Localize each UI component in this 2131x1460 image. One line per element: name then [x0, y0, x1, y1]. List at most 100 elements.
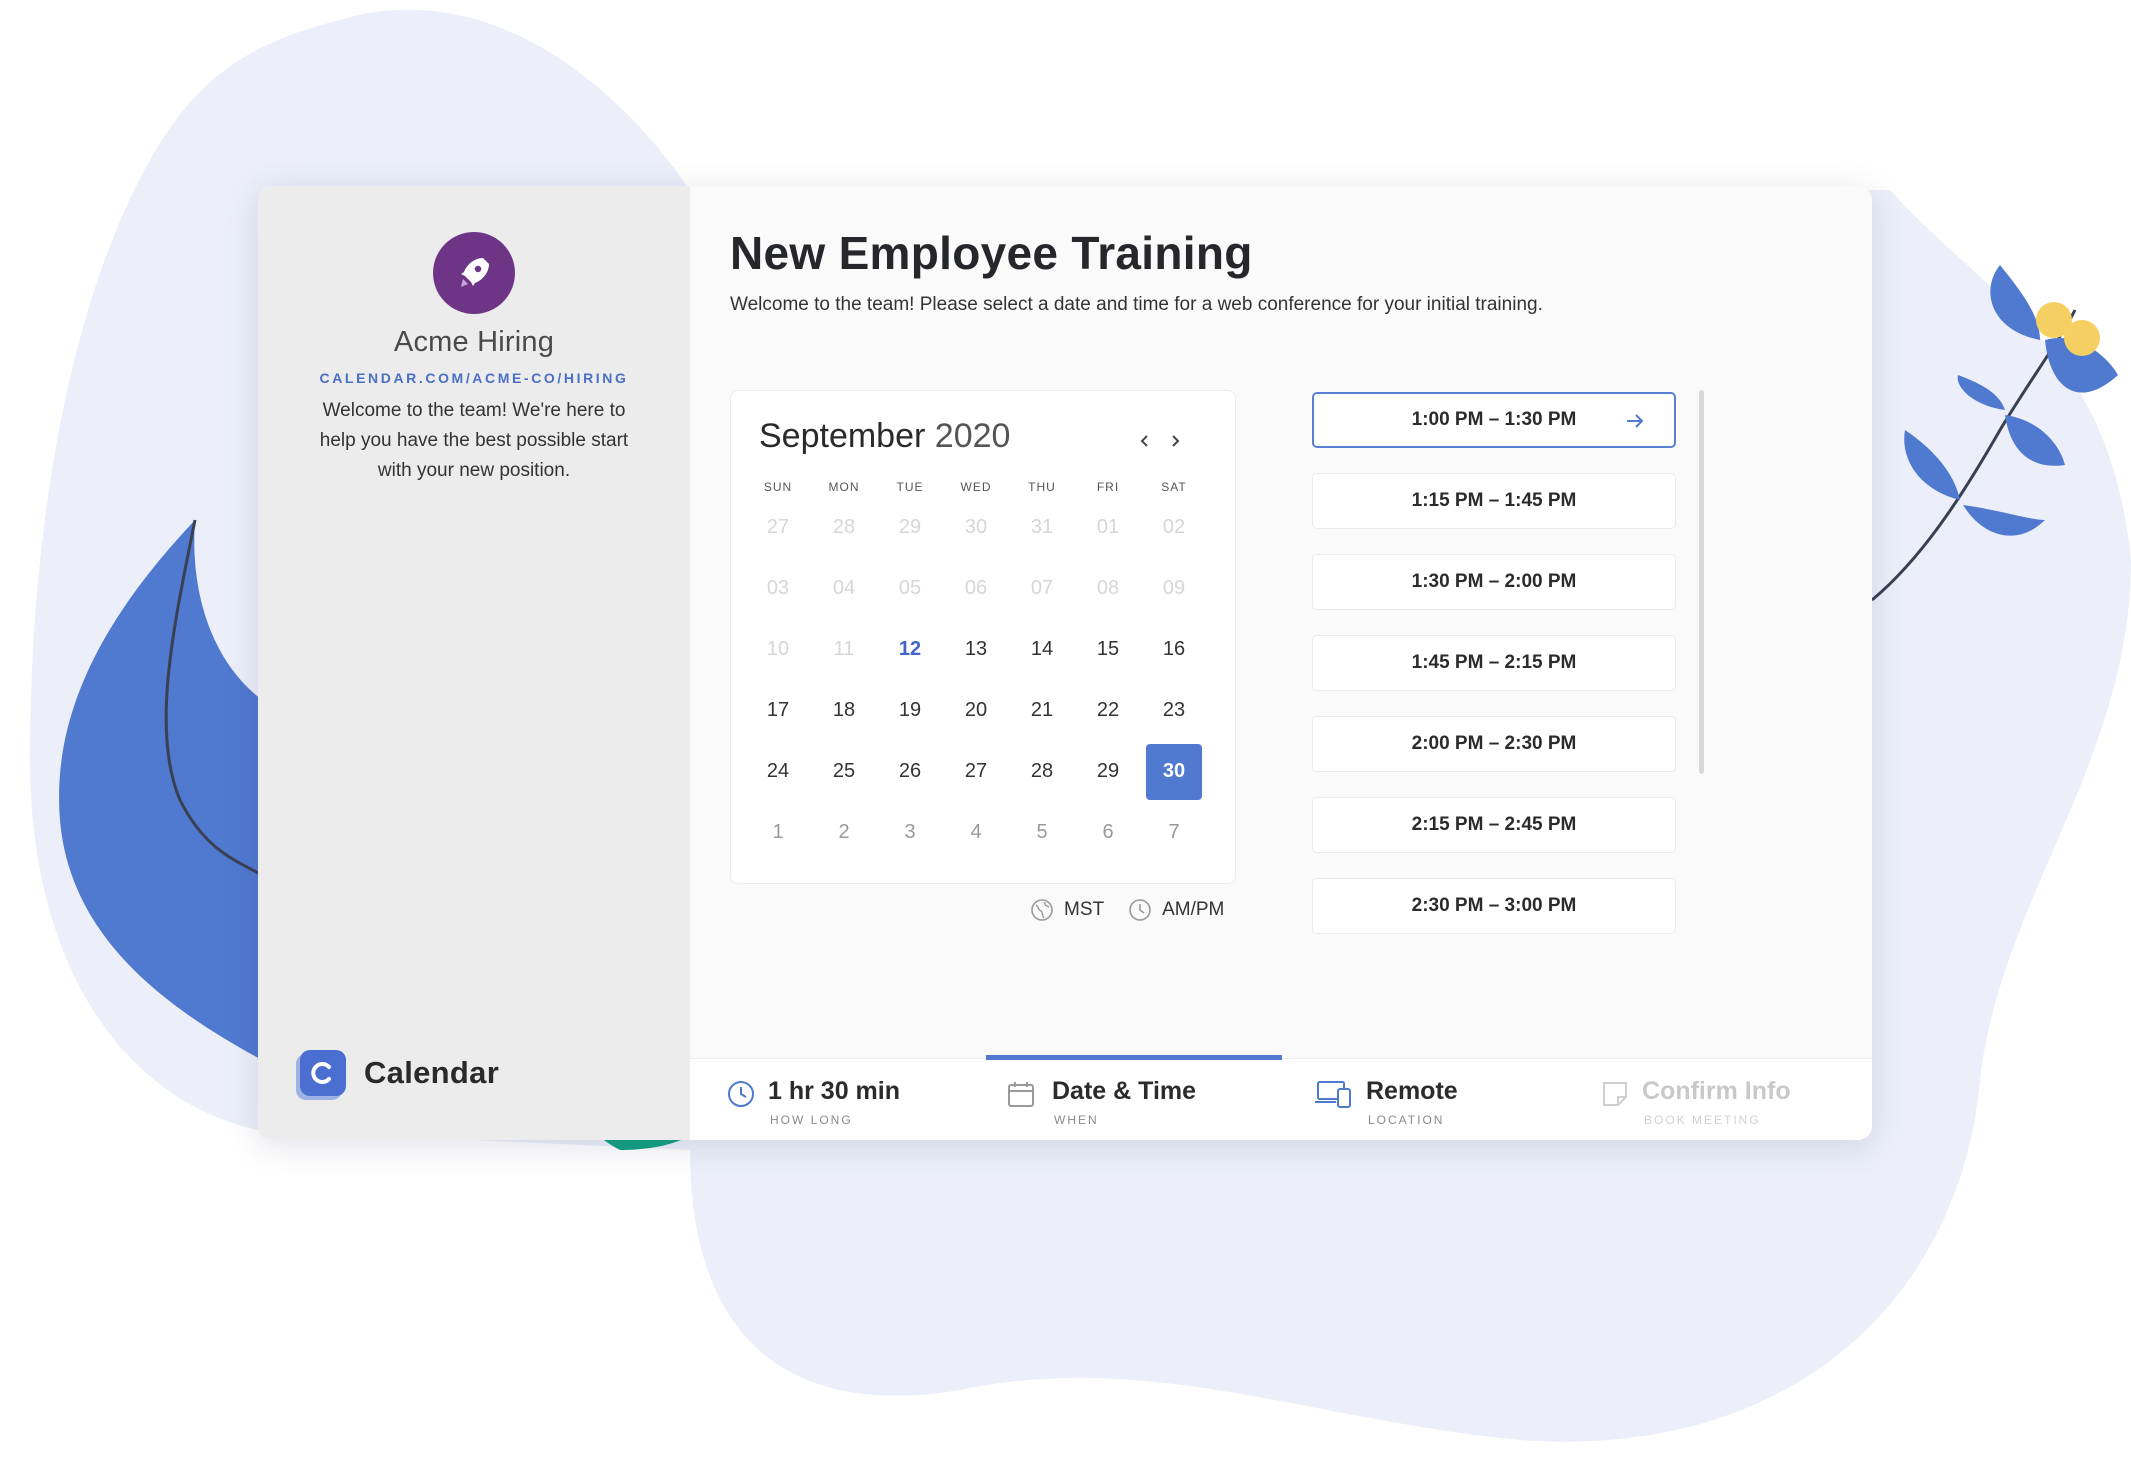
page-title: New Employee Training	[730, 227, 1253, 279]
active-step-indicator	[986, 1055, 1282, 1060]
time-slot[interactable]: 2:00 PM – 2:30 PM	[1312, 716, 1676, 772]
time-slot[interactable]: 2:15 PM – 2:45 PM	[1312, 797, 1676, 853]
today-day-cell[interactable]: 12	[877, 619, 943, 680]
calendar-day-cell: 01	[1075, 497, 1141, 558]
calendar-day-cell: 28	[811, 497, 877, 558]
time-slot[interactable]: 1:30 PM – 2:00 PM	[1312, 554, 1676, 610]
time-slot[interactable]: 1:45 PM – 2:15 PM	[1312, 635, 1676, 691]
time-slot-label: 2:00 PM – 2:30 PM	[1411, 733, 1577, 754]
calendar-day-cell[interactable]: 25	[811, 741, 877, 802]
weekday-label: TUE	[896, 480, 924, 494]
day-number: 21	[1030, 699, 1054, 721]
calendar-week-row: 10 11 12 13 14 15 16	[745, 619, 1207, 680]
calendar-weeks: 27 28 29 30 31 01 02 03 04 05 06 07 08 09 10 11 12 13 14 15…	[745, 497, 1207, 863]
brand[interactable]: Calendar	[300, 1048, 499, 1098]
step-location-label: Remote	[1366, 1077, 1458, 1105]
day-number: 31	[1030, 516, 1054, 538]
calendar-day-cell: 06	[943, 558, 1009, 619]
calendar-week-row: 24 25 26 27 28 29 30	[745, 741, 1207, 802]
day-number: 20	[964, 699, 988, 721]
calendar-day-cell[interactable]: 18	[811, 680, 877, 741]
day-number: 25	[832, 760, 856, 782]
step-date-time[interactable]: Date & Time WHEN	[986, 1055, 1282, 1140]
calendar-day-cell[interactable]: 16	[1141, 619, 1207, 680]
brand-name: Calendar	[364, 1055, 500, 1090]
day-number: 16	[1162, 638, 1186, 660]
calendar-grid: SUN MON TUE WED THU FRI SAT 27 28 29 30 31 01 02 03 04…	[745, 477, 1207, 863]
step-confirm: Confirm Info BOOK MEETING	[1600, 1059, 1860, 1140]
weekday-label: MON	[828, 480, 860, 494]
weekday-label: SAT	[1161, 480, 1187, 494]
time-slot-list[interactable]: 1:00 PM – 1:30 PM 1:15 PM – 1:45 PM 1:30 P…	[1312, 390, 1676, 950]
step-location[interactable]: Remote LOCATION	[1314, 1059, 1574, 1140]
clock-icon	[728, 1081, 754, 1107]
time-format-selector[interactable]: AM/PM	[1128, 898, 1224, 922]
calendar-day-cell[interactable]: 28	[1009, 741, 1075, 802]
calendar-day-cell[interactable]: 22	[1075, 680, 1141, 741]
time-slot-label: 1:30 PM – 2:00 PM	[1411, 571, 1577, 592]
clock-icon	[1129, 899, 1151, 921]
weekday-label: FRI	[1096, 480, 1120, 494]
day-number: 23	[1162, 699, 1186, 721]
day-number: 6	[1102, 821, 1114, 843]
calendar-day-cell[interactable]: 14	[1009, 619, 1075, 680]
calendar-day-cell[interactable]: 23	[1141, 680, 1207, 741]
calendar-day-cell: 2	[811, 802, 877, 863]
calendar-day-cell: 1	[745, 802, 811, 863]
sidebar: Acme Hiring CALENDAR.COM/ACME-CO/HIRING …	[258, 186, 690, 1140]
calendar-day-cell[interactable]: 13	[943, 619, 1009, 680]
weekday-label: WED	[960, 480, 992, 494]
chevron-left-icon	[1140, 435, 1148, 447]
time-slot[interactable]: 2:30 PM – 3:00 PM	[1312, 878, 1676, 934]
step-location-sub: LOCATION	[1368, 1113, 1445, 1127]
calendar-day-cell[interactable]: 24	[745, 741, 811, 802]
selected-day-cell[interactable]: 30	[1141, 741, 1207, 802]
calendar-day-cell: 07	[1009, 558, 1075, 619]
booking-card: Acme Hiring CALENDAR.COM/ACME-CO/HIRING …	[258, 186, 1872, 1140]
day-number: 07	[1030, 577, 1054, 599]
time-slot[interactable]: 1:15 PM – 1:45 PM	[1312, 473, 1676, 529]
calendar-day-cell: 09	[1141, 558, 1207, 619]
org-url-link[interactable]: CALENDAR.COM/ACME-CO/HIRING	[258, 370, 690, 386]
slot-list-scrollbar[interactable]	[1699, 390, 1704, 774]
calendar-day-cell: 05	[877, 558, 943, 619]
day-number: 30	[964, 516, 988, 538]
next-month-button[interactable]	[1161, 427, 1189, 455]
time-slot-label: 2:15 PM – 2:45 PM	[1411, 814, 1577, 835]
day-number: 29	[898, 516, 922, 538]
day-number: 2	[838, 821, 850, 843]
time-format-label: AM/PM	[1162, 899, 1225, 920]
day-number: 06	[964, 577, 988, 599]
calendar-day-cell[interactable]: 19	[877, 680, 943, 741]
day-number: 24	[766, 760, 790, 782]
step-confirm-label: Confirm Info	[1642, 1077, 1791, 1105]
calendar-day-cell[interactable]: 27	[943, 741, 1009, 802]
calendar-week-row: 27 28 29 30 31 01 02	[745, 497, 1207, 558]
calendar-day-cell: 29	[877, 497, 943, 558]
booking-steps: 1 hr 30 min HOW LONG Date & Time WHEN Re	[690, 1055, 1872, 1140]
time-slot-selected[interactable]: 1:00 PM – 1:30 PM	[1312, 392, 1676, 448]
calendar-day-cell[interactable]: 21	[1009, 680, 1075, 741]
day-number: 14	[1030, 638, 1054, 660]
org-description: Welcome to the team! We're here to help …	[319, 400, 629, 481]
calendar-day-cell: 30	[943, 497, 1009, 558]
time-slot-label: 1:45 PM – 2:15 PM	[1411, 652, 1577, 673]
day-number: 19	[898, 699, 922, 721]
calendar-day-cell[interactable]: 17	[745, 680, 811, 741]
step-date-time-sub: WHEN	[1054, 1113, 1099, 1127]
calendar-day-cell: 02	[1141, 497, 1207, 558]
weekday-label: SUN	[763, 480, 793, 494]
step-duration[interactable]: 1 hr 30 min HOW LONG	[726, 1059, 966, 1140]
day-number: 12	[898, 638, 922, 660]
timezone-selector[interactable]: MST	[1030, 898, 1104, 922]
prev-month-button[interactable]	[1131, 427, 1159, 455]
day-number: 7	[1168, 821, 1180, 843]
weekday-label: THU	[1028, 480, 1056, 494]
calendar-day-cell[interactable]: 15	[1075, 619, 1141, 680]
day-number: 28	[1030, 760, 1054, 782]
calendar-day-cell: 04	[811, 558, 877, 619]
calendar-day-cell[interactable]: 29	[1075, 741, 1141, 802]
calendar-day-cell[interactable]: 26	[877, 741, 943, 802]
time-slot-label: 2:30 PM – 3:00 PM	[1411, 895, 1577, 916]
calendar-day-cell[interactable]: 20	[943, 680, 1009, 741]
